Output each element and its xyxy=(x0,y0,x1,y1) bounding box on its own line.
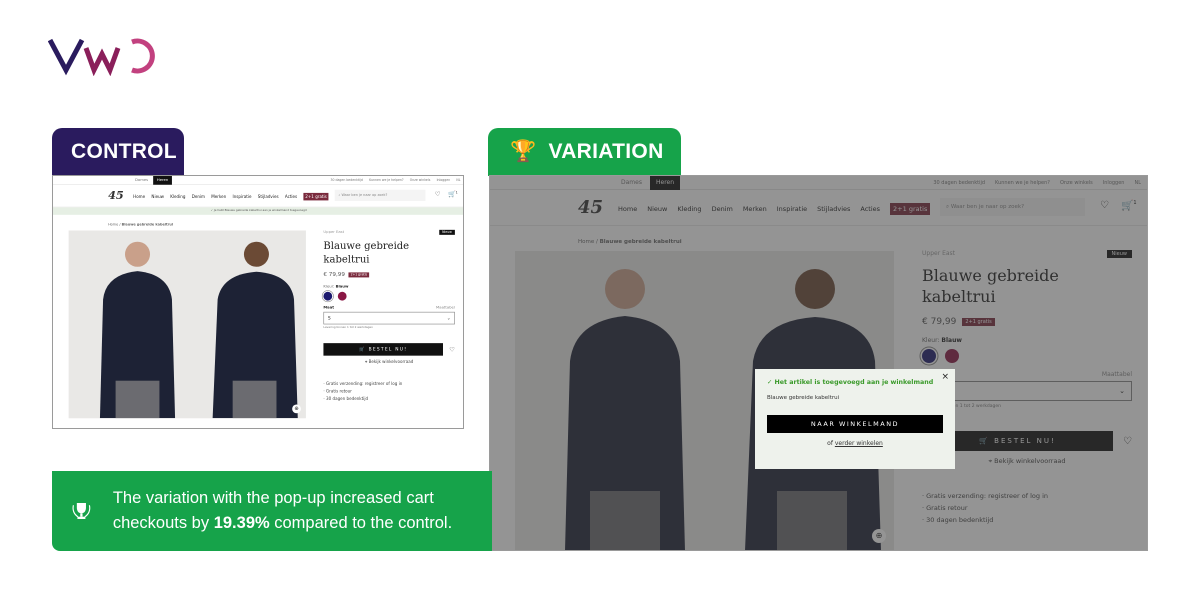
promo-badge: 2+1 gratis xyxy=(348,272,369,278)
store-stock-link[interactable]: ⌖ Bekijk winkelvoorraad xyxy=(323,359,454,365)
product-page: Dames Heren 30 dagen bedenktijd Kunnen we… xyxy=(53,176,463,427)
nav-item[interactable]: Merken xyxy=(211,194,226,199)
size-select[interactable]: S⌄ xyxy=(323,311,455,325)
nav-item[interactable]: Home xyxy=(133,194,145,199)
top-link[interactable]: NL xyxy=(456,176,460,185)
breadcrumb-home[interactable]: Home xyxy=(108,223,118,227)
color-swatch[interactable] xyxy=(337,291,347,301)
nav-item[interactable]: Acties xyxy=(285,194,297,199)
product-price: € 79,99 xyxy=(323,271,345,279)
nav-promo[interactable]: 2+1 gratis xyxy=(303,192,329,201)
tab-heren[interactable]: Heren xyxy=(153,176,172,185)
close-icon[interactable]: × xyxy=(941,372,949,382)
cart-icon: 🛒 xyxy=(359,346,369,352)
delivery-info: Levering binnen 1 tot 2 werkdagen xyxy=(323,326,373,330)
nav-item[interactable]: Inspiratie xyxy=(233,194,252,199)
product-title: Blauwe gebreide kabeltrui xyxy=(323,239,410,265)
nav-item[interactable]: Denim xyxy=(192,194,205,199)
nav-item[interactable]: Stijladvies xyxy=(258,194,279,199)
breadcrumb-current: Blauwe gebreide kabeltrui xyxy=(121,222,173,227)
color-value: Blauw xyxy=(335,284,349,289)
chevron-down-icon: ⌄ xyxy=(446,315,451,321)
usp-item: · 30 dagen bedenktijd xyxy=(323,396,369,402)
continue-row: of verder winkelen xyxy=(827,440,883,447)
control-label: CONTROL xyxy=(52,128,184,176)
search-input[interactable]: ⌕ Waar ben je naar op zoek? xyxy=(334,189,426,202)
size-value: S xyxy=(327,315,331,321)
popup-product: Blauwe gebreide kabeltrui xyxy=(767,395,840,401)
continue-shopping-link[interactable]: verder winkelen xyxy=(835,440,883,447)
main-nav: 45 Home Nieuw Kleding Denim Merken Inspiratie… xyxy=(53,185,463,208)
wishlist-heart-icon[interactable]: ♡ xyxy=(449,346,455,353)
variation-screenshot: Dames Heren 30 dagen bedenktijdKunnen we… xyxy=(489,175,1148,551)
cart-icon[interactable]: 🛒1 xyxy=(448,191,458,198)
store-logo[interactable]: 45 xyxy=(108,189,124,202)
product-info: Upper East Nieuw Blauwe gebreide kabeltr… xyxy=(323,229,455,403)
top-link[interactable]: Inloggen xyxy=(437,176,451,185)
breadcrumb: Home / Blauwe gebreide kabeltrui xyxy=(108,222,173,227)
modal-overlay[interactable] xyxy=(490,176,1147,550)
buy-button[interactable]: 🛒 BESTEL NU! xyxy=(323,343,444,356)
nav-item[interactable]: Nieuw xyxy=(151,194,164,199)
usp-list: · Gratis verzending: registreer of log i… xyxy=(323,380,454,403)
product-brand[interactable]: Upper East xyxy=(323,230,454,234)
vwo-logo xyxy=(48,38,155,76)
usp-item: · Gratis retour xyxy=(323,388,352,394)
top-link[interactable]: 30 dagen bedenktijd xyxy=(331,176,363,185)
top-bar: Dames Heren 30 dagen bedenktijd Kunnen we… xyxy=(53,176,463,185)
product-page: Dames Heren 30 dagen bedenktijdKunnen we… xyxy=(490,176,1147,550)
go-to-cart-button[interactable]: NAAR WINKELMAND xyxy=(767,415,943,433)
color-label: Kleur: xyxy=(323,284,335,289)
top-link[interactable]: Onze winkels xyxy=(410,176,431,185)
tab-dames[interactable]: Dames xyxy=(131,176,152,185)
heart-icon[interactable]: ♡ xyxy=(435,191,441,198)
size-chart-link[interactable]: Maattabel xyxy=(436,306,455,310)
trophy-icon xyxy=(72,503,91,519)
color-swatch[interactable] xyxy=(323,291,333,301)
result-banner: The variation with the pop-up increased … xyxy=(52,471,492,551)
popup-message: ✓ Het artikel is toegevoegd aan je winke… xyxy=(767,379,934,386)
zoom-icon[interactable]: ⊕ xyxy=(292,404,301,414)
top-link[interactable]: Kunnen we je helpen? xyxy=(369,176,403,185)
variation-label: 🏆 VARIATION xyxy=(488,128,681,176)
product-image: ⊕ xyxy=(68,230,306,419)
trophy-icon: 🏆 xyxy=(510,140,537,163)
nav-item[interactable]: Kleding xyxy=(170,194,185,199)
added-to-cart-strip: ✓ Je hebt Blauwe gebreide kabeltrui aan … xyxy=(53,207,463,215)
usp-item: · Gratis verzending: registreer of log i… xyxy=(323,381,403,387)
added-to-cart-popup: × ✓ Het artikel is toegevoegd aan je win… xyxy=(755,369,955,469)
control-screenshot: Dames Heren 30 dagen bedenktijd Kunnen we… xyxy=(52,175,464,429)
result-text: The variation with the pop-up increased … xyxy=(112,489,453,532)
size-label: Maat xyxy=(323,305,335,310)
new-badge: Nieuw xyxy=(438,229,455,235)
